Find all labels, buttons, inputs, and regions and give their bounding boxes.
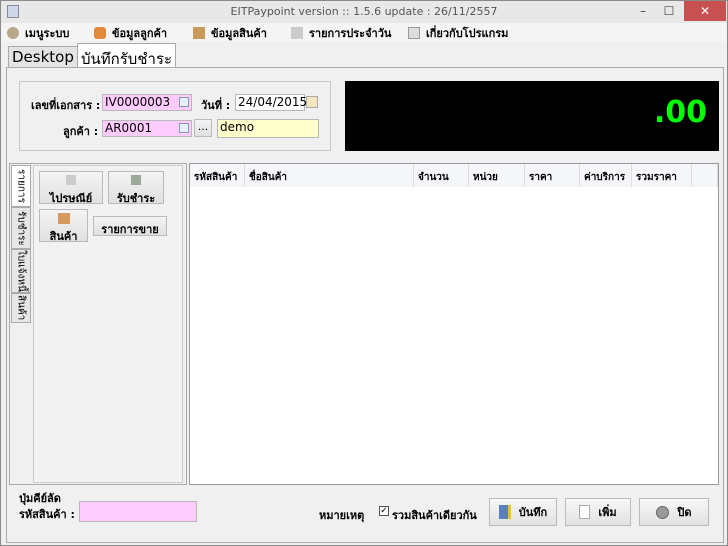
- money-icon: [131, 175, 141, 185]
- date-label: วันที่ :: [201, 99, 231, 112]
- menu-label: รายการประจำวัน: [309, 27, 392, 40]
- maximize-button[interactable]: ☐: [656, 1, 682, 21]
- button-label: ปิด: [677, 506, 692, 519]
- sales-list-button[interactable]: รายการขาย: [93, 216, 167, 236]
- menu-system[interactable]: เมนูระบบ: [7, 24, 69, 42]
- save-button[interactable]: บันทึก: [489, 498, 557, 526]
- column-header[interactable]: จำนวน: [414, 164, 469, 187]
- menu-label: เกี่ยวกับโปรแกรม: [426, 27, 509, 40]
- button-label: บันทึก: [518, 506, 548, 519]
- search-icon[interactable]: [179, 123, 189, 133]
- menu-label: ข้อมูลลูกค้า: [112, 27, 168, 40]
- receive-payment-button[interactable]: รับชำระ: [108, 171, 164, 205]
- close-icon: [656, 505, 670, 519]
- doc-no-label: เลขที่เอกสาร :: [31, 99, 101, 112]
- menu-customer[interactable]: ข้อมูลลูกค้า: [94, 24, 167, 42]
- add-button[interactable]: เพิ่ม: [565, 498, 631, 526]
- menu-label: เมนูระบบ: [25, 27, 70, 40]
- close-button[interactable]: ปิด: [639, 498, 709, 526]
- report-icon: [291, 27, 303, 39]
- box-icon: [58, 213, 70, 224]
- post-button[interactable]: ไปรษณีย์: [39, 171, 103, 205]
- date-input[interactable]: 24/04/2015: [235, 94, 307, 111]
- merge-label: รวมสินค้าเดียวกัน: [392, 509, 477, 522]
- calendar-icon[interactable]: [306, 96, 318, 108]
- column-header[interactable]: รหัสสินค้า: [190, 164, 245, 187]
- side-tab-product[interactable]: สินค้า: [11, 293, 31, 323]
- button-label: ไปรษณีย์: [49, 192, 93, 205]
- product-button[interactable]: สินค้า: [39, 209, 88, 243]
- column-header[interactable]: หน่วย: [469, 164, 525, 187]
- total-display: .00: [345, 81, 719, 151]
- product-code-input[interactable]: [79, 501, 197, 522]
- box-icon: [193, 27, 205, 39]
- save-icon: [498, 505, 511, 519]
- column-header[interactable]: ราคา: [525, 164, 580, 187]
- menu-label: ข้อมูลสินค้า: [211, 27, 267, 40]
- customer-label: ลูกค้า :: [63, 125, 99, 138]
- side-tab-invoice[interactable]: ใบแจ้งหนี้: [11, 249, 31, 293]
- menu-about[interactable]: เกี่ยวกับโปรแกรม: [408, 24, 508, 42]
- tab-desktop[interactable]: Desktop: [8, 46, 78, 67]
- document-header-panel: [19, 81, 331, 151]
- button-label: สินค้า: [49, 230, 78, 243]
- column-header[interactable]: ชื่อสินค้า: [245, 164, 414, 187]
- search-icon[interactable]: [179, 97, 189, 107]
- menu-bar: เมนูระบบ ข้อมูลลูกค้า ข้อมูลสินค้า รายกา…: [1, 23, 727, 41]
- product-code-label: รหัสสินค้า :: [19, 508, 75, 521]
- column-header-filler: [692, 164, 718, 187]
- tab-payment[interactable]: บันทึกรับชำระ: [77, 43, 177, 68]
- merge-checkbox[interactable]: ✓: [379, 506, 389, 516]
- menu-product[interactable]: ข้อมูลสินค้า: [193, 24, 267, 42]
- menu-daily[interactable]: รายการประจำวัน: [291, 24, 391, 42]
- gear-icon: [7, 27, 19, 39]
- minimize-button[interactable]: –: [630, 1, 656, 21]
- side-tab-items[interactable]: รายการ: [11, 165, 31, 207]
- add-user-icon: [94, 27, 106, 39]
- close-window-button[interactable]: ✕: [684, 1, 726, 21]
- column-header[interactable]: รวมราคา: [632, 164, 692, 187]
- button-label: รับชำระ: [116, 192, 156, 205]
- title-bar: EITPaypoint version :: 1.5.6 update : 26…: [1, 1, 727, 23]
- items-table: รหัสสินค้า ชื่อสินค้า จำนวน หน่วย ราคา ค…: [189, 163, 719, 485]
- app-window: EITPaypoint version :: 1.5.6 update : 26…: [0, 0, 728, 546]
- mail-icon: [66, 175, 76, 185]
- note-label: หมายเหตุ: [319, 509, 365, 522]
- button-label: เพิ่ม: [598, 506, 617, 519]
- column-header[interactable]: ค่าบริการ: [580, 164, 632, 187]
- customer-name-field: demo: [217, 119, 319, 138]
- info-icon: [408, 27, 420, 39]
- window-title: EITPaypoint version :: 1.5.6 update : 26…: [230, 5, 498, 18]
- new-document-icon: [579, 505, 591, 519]
- browse-customer-button[interactable]: ...: [194, 119, 212, 137]
- side-tab-payment[interactable]: รับชำระ: [11, 207, 31, 249]
